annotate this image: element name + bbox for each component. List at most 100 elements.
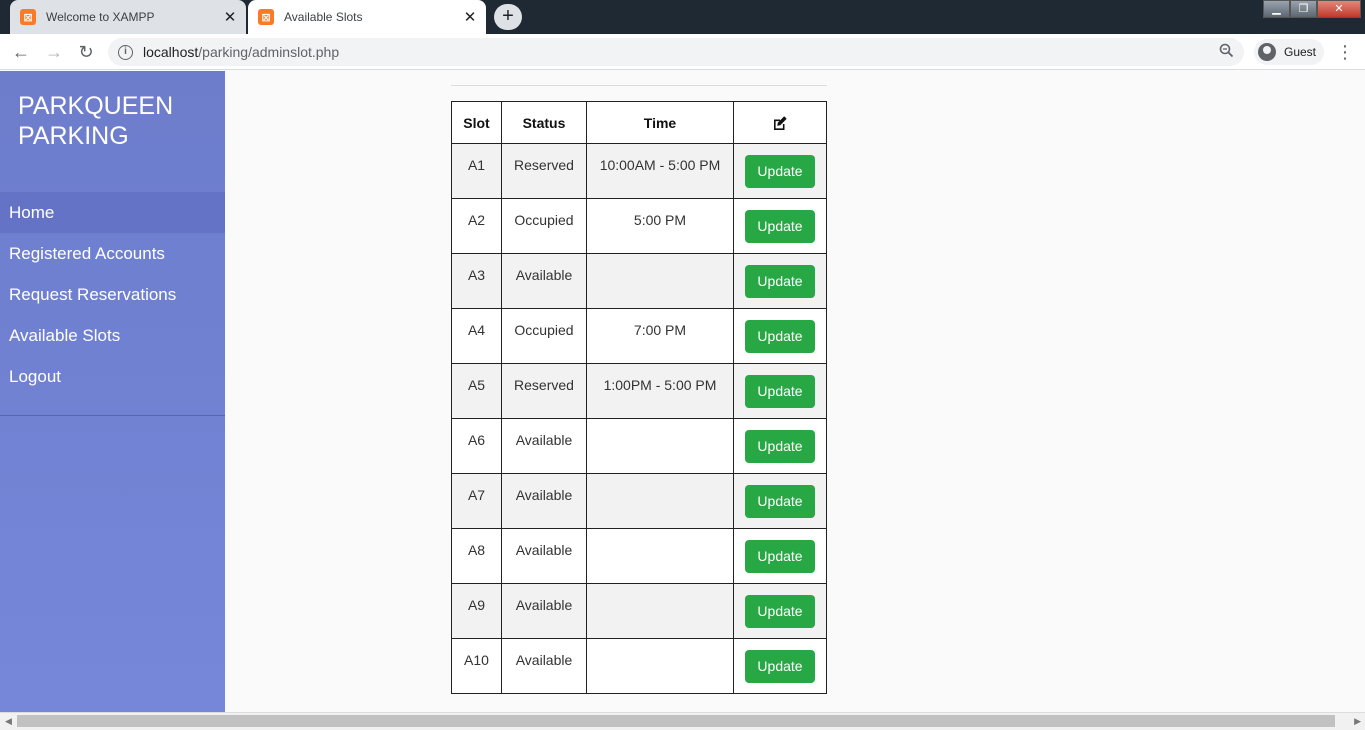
sidebar-item-registered-accounts[interactable]: Registered Accounts	[0, 233, 225, 274]
url-text: localhost/parking/adminslot.php	[143, 44, 340, 60]
cell-status: Available	[501, 638, 587, 694]
update-button[interactable]: Update	[745, 594, 815, 628]
table-row: A1 Reserved 10:00AM - 5:00 PM Update	[451, 143, 827, 199]
update-button[interactable]: Update	[745, 209, 815, 243]
cell-action: Update	[733, 253, 827, 309]
close-icon[interactable]: ✕	[220, 8, 240, 26]
address-bar[interactable]: i localhost/parking/adminslot.php	[108, 38, 1244, 66]
cell-slot: A4	[451, 308, 502, 364]
update-button[interactable]: Update	[745, 264, 815, 298]
forward-arrow-icon[interactable]: →	[42, 40, 66, 64]
tab-welcome-xampp[interactable]: ⊠ Welcome to XAMPP ✕	[10, 0, 246, 34]
minimize-button[interactable]: ▁	[1263, 0, 1290, 18]
xampp-icon: ⊠	[258, 9, 274, 25]
table-header-row: Slot Status Time	[451, 101, 827, 144]
cell-slot: A7	[451, 473, 502, 529]
sidebar-divider	[0, 415, 225, 416]
sidebar-item-logout[interactable]: Logout	[0, 356, 225, 397]
browser-toolbar: ← → ↻ i localhost/parking/adminslot.php …	[0, 34, 1365, 70]
update-button[interactable]: Update	[745, 374, 815, 408]
cell-time: 10:00AM - 5:00 PM	[586, 143, 734, 199]
sidebar-item-home[interactable]: Home	[0, 192, 225, 233]
cell-slot: A9	[451, 583, 502, 639]
cell-status: Available	[501, 418, 587, 474]
scroll-right-icon[interactable]: ▶	[1354, 716, 1361, 727]
sidebar-item-request-reservations[interactable]: Request Reservations	[0, 274, 225, 315]
cell-slot: A5	[451, 363, 502, 419]
cell-slot: A2	[451, 198, 502, 254]
close-icon[interactable]: ✕	[460, 8, 480, 26]
avatar-icon	[1258, 43, 1276, 61]
header-action	[733, 101, 827, 144]
cell-time	[586, 473, 734, 529]
sidebar-menu: Home Registered Accounts Request Reserva…	[0, 192, 225, 397]
update-button[interactable]: Update	[745, 649, 815, 683]
browser-tab-strip: ⊠ Welcome to XAMPP ✕ ⊠ Available Slots ✕…	[0, 0, 1365, 34]
cell-slot: A8	[451, 528, 502, 584]
window-controls: ▁ ❐ ✕	[1263, 0, 1361, 18]
zoom-icon[interactable]	[1219, 43, 1234, 62]
cell-action: Update	[733, 638, 827, 694]
close-window-button[interactable]: ✕	[1317, 0, 1361, 18]
menu-dots-icon[interactable]: ⋮	[1336, 40, 1354, 64]
cell-time: 7:00 PM	[586, 308, 734, 364]
table-row: A5 Reserved 1:00PM - 5:00 PM Update	[451, 363, 827, 419]
header-status: Status	[501, 101, 587, 144]
table-row: A10 Available Update	[451, 638, 827, 694]
tab-available-slots[interactable]: ⊠ Available Slots ✕	[248, 0, 486, 34]
table-row: A6 Available Update	[451, 418, 827, 474]
cell-slot: A1	[451, 143, 502, 199]
page-content: PARKQUEEN PARKING Home Registered Accoun…	[0, 71, 1365, 712]
scrollbar-thumb[interactable]	[17, 715, 1335, 727]
profile-button[interactable]: Guest	[1254, 39, 1324, 65]
update-button[interactable]: Update	[745, 154, 815, 188]
cell-slot: A6	[451, 418, 502, 474]
cell-action: Update	[733, 473, 827, 529]
header-slot: Slot	[451, 101, 502, 144]
brand-line-1: PARKQUEEN	[18, 92, 174, 120]
cell-action: Update	[733, 143, 827, 199]
cell-status: Reserved	[501, 363, 587, 419]
update-button[interactable]: Update	[745, 539, 815, 573]
new-tab-button[interactable]: +	[494, 4, 522, 30]
edit-icon	[774, 116, 787, 131]
table-row: A2 Occupied 5:00 PM Update	[451, 198, 827, 254]
cell-slot: A3	[451, 253, 502, 309]
cell-time	[586, 418, 734, 474]
cell-status: Occupied	[501, 308, 587, 364]
tab-title: Welcome to XAMPP	[46, 10, 155, 24]
info-icon[interactable]: i	[118, 44, 133, 60]
update-button[interactable]: Update	[745, 319, 815, 353]
sidebar-item-available-slots[interactable]: Available Slots	[0, 315, 225, 356]
cell-action: Update	[733, 418, 827, 474]
table-row: A7 Available Update	[451, 473, 827, 529]
cell-time	[586, 583, 734, 639]
profile-label: Guest	[1284, 45, 1317, 59]
update-button[interactable]: Update	[745, 484, 815, 518]
cell-status: Available	[501, 253, 587, 309]
table-row: A9 Available Update	[451, 583, 827, 639]
cell-action: Update	[733, 528, 827, 584]
cell-slot: A10	[451, 638, 502, 694]
cell-action: Update	[733, 198, 827, 254]
cell-action: Update	[733, 363, 827, 419]
horizontal-scrollbar[interactable]: ◀ ▶	[0, 712, 1365, 730]
scroll-left-icon[interactable]: ◀	[5, 716, 12, 727]
table-row: A4 Occupied 7:00 PM Update	[451, 308, 827, 364]
cell-time: 1:00PM - 5:00 PM	[586, 363, 734, 419]
cell-time	[586, 528, 734, 584]
cell-status: Available	[501, 528, 587, 584]
header-time: Time	[586, 101, 734, 144]
maximize-button[interactable]: ❐	[1290, 0, 1317, 18]
sidebar: PARKQUEEN PARKING Home Registered Accoun…	[0, 71, 225, 712]
reload-icon[interactable]: ↻	[74, 40, 98, 64]
cell-status: Available	[501, 473, 587, 529]
tab-title: Available Slots	[284, 10, 363, 24]
cell-time	[586, 253, 734, 309]
back-arrow-icon[interactable]: ←	[9, 40, 33, 64]
cell-status: Available	[501, 583, 587, 639]
cell-status: Occupied	[501, 198, 587, 254]
table-row: A3 Available Update	[451, 253, 827, 309]
content-divider	[451, 85, 827, 86]
update-button[interactable]: Update	[745, 429, 815, 463]
